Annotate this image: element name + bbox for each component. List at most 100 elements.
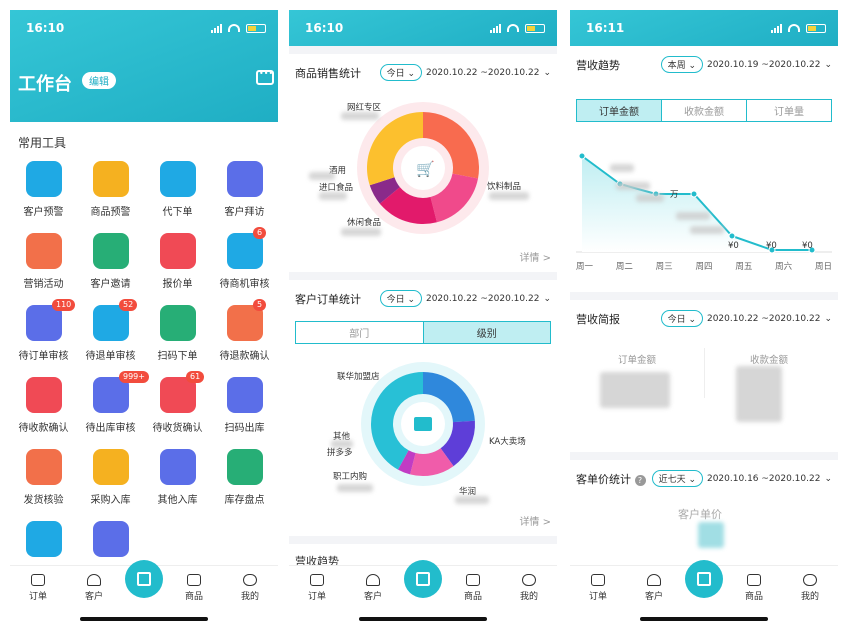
date-range[interactable]: 2020.10.22 ~2020.10.22: [426, 294, 539, 304]
tab-customers[interactable]: 客户: [69, 574, 119, 602]
workbench-center-button[interactable]: [685, 560, 723, 598]
day-label: 周六: [775, 262, 793, 272]
tool-item[interactable]: 报价单: [144, 231, 211, 295]
chevron-down-icon: ⌄: [824, 59, 832, 70]
sales-detail-link[interactable]: 详情 >: [519, 249, 551, 264]
tool-item[interactable]: 其他入库: [144, 447, 211, 511]
trend-point[interactable]: [690, 190, 698, 198]
tool-item[interactable]: 营销活动: [10, 231, 77, 295]
trend-point[interactable]: [728, 232, 736, 240]
grid-icon: [697, 572, 711, 586]
wifi-icon: [507, 24, 519, 32]
revenue-trend-title: 营收趋势: [576, 58, 620, 72]
edit-button[interactable]: 编辑: [82, 72, 116, 89]
tool-label: 采购入库: [90, 495, 131, 506]
status-bar: 16:10: [289, 10, 557, 46]
tool-label: 代下单: [162, 207, 193, 218]
workbench-center-button[interactable]: [404, 560, 442, 598]
tool-item[interactable]: 商品预警: [77, 159, 144, 223]
chevron-down-icon: ⌄: [824, 313, 832, 324]
period-filter[interactable]: 近七天 ⌄: [651, 470, 703, 487]
tool-icon: [226, 377, 263, 413]
tool-item[interactable]: 待退单审核 52: [77, 299, 144, 367]
tab-customers[interactable]: 客户: [629, 574, 679, 602]
day-label: 周日: [814, 262, 832, 272]
workbench-center-button[interactable]: [125, 560, 163, 598]
tab-collect-amount[interactable]: 收款金额: [661, 100, 746, 121]
zero-label-sat: ¥0: [766, 241, 777, 251]
order-amount-value: [600, 372, 670, 408]
status-bar: 16:10: [10, 10, 278, 46]
message-icon[interactable]: [256, 69, 274, 85]
tab-order-amount[interactable]: 订单金额: [577, 100, 661, 121]
help-icon[interactable]: ?: [634, 474, 646, 486]
tool-item[interactable]: 待出库审核 999+: [77, 371, 149, 439]
revenue-brief-card: 营收简报 今日 ⌄ 2020.10.22 ~2020.10.22 ⌄ 订单金额 收款…: [570, 300, 838, 452]
battery-icon: [246, 23, 266, 33]
home-indicator: [359, 617, 487, 621]
date-filter[interactable]: 今日 ⌄: [379, 290, 422, 307]
date-filter[interactable]: 今日 ⌄: [660, 310, 703, 327]
tab-goods[interactable]: 商品: [169, 574, 219, 602]
tool-icon: [226, 449, 263, 485]
customer-order-title: 客户订单统计: [295, 292, 361, 306]
chevron-down-icon: ⌄: [543, 293, 551, 304]
tab-orders[interactable]: 订单: [573, 574, 623, 602]
tab-goods[interactable]: 商品: [729, 574, 779, 602]
tool-item[interactable]: 待收货确认 61: [144, 371, 211, 439]
customer-detail-link[interactable]: 详情 >: [519, 513, 551, 528]
goods-icon: [466, 574, 480, 586]
count-badge: 52: [119, 299, 138, 311]
status-time: 16:10: [26, 21, 65, 35]
tool-item[interactable]: 待订单审核 110: [10, 299, 77, 367]
tool-item[interactable]: 待商机审核 6: [211, 227, 278, 295]
tool-icon: [92, 449, 129, 485]
date-filter[interactable]: 今日 ⌄: [379, 64, 422, 81]
tool-label: 待订单审核: [18, 351, 69, 362]
tool-icon: [159, 305, 196, 341]
tab-level[interactable]: 级别: [422, 322, 550, 343]
goods-icon: [747, 574, 761, 586]
tab-orders[interactable]: 订单: [13, 574, 63, 602]
tool-item[interactable]: 库存盘点: [211, 447, 278, 511]
customer-icon: [366, 574, 380, 586]
sales-title: 商品销售统计: [295, 66, 361, 80]
order-icon: [310, 574, 324, 586]
date-range[interactable]: 2020.10.22 ~2020.10.22: [426, 68, 539, 78]
sales-card: 商品销售统计 今日 ⌄ 2020.10.22 ~2020.10.22 ⌄ 🛒 网红专…: [289, 54, 557, 272]
tool-item[interactable]: 采购入库: [77, 447, 144, 511]
tab-orders[interactable]: 订单: [292, 574, 342, 602]
tab-mine[interactable]: 我的: [225, 574, 275, 602]
day-label: 周三: [655, 262, 673, 272]
tab-goods[interactable]: 商品: [448, 574, 498, 602]
tool-item[interactable]: 待收款确认: [10, 375, 77, 439]
tool-item[interactable]: 客户预警: [10, 159, 77, 223]
status-bar: 16:11: [570, 10, 838, 46]
day-label: 周四: [695, 262, 713, 272]
tool-item[interactable]: 扫码出库: [211, 375, 278, 439]
profile-icon: [803, 574, 817, 586]
tool-label: 客户拜访: [224, 207, 265, 218]
tool-item[interactable]: 客户邀请: [77, 231, 144, 295]
tool-item[interactable]: 发货核验: [10, 447, 77, 511]
tab-mine[interactable]: 我的: [504, 574, 554, 602]
zero-label-fri: ¥0: [728, 241, 739, 251]
goods-icon: [187, 574, 201, 586]
tool-item[interactable]: 客户拜访: [211, 159, 278, 223]
tool-icon: [159, 161, 196, 197]
tool-item[interactable]: 待退款确认 5: [211, 299, 278, 367]
tab-customers[interactable]: 客户: [348, 574, 398, 602]
tab-department[interactable]: 部门: [296, 322, 423, 343]
period-filter[interactable]: 本周 ⌄: [660, 56, 703, 73]
tab-order-count[interactable]: 订单量: [746, 100, 831, 121]
customer-order-card: 客户订单统计 今日 ⌄ 2020.10.22 ~2020.10.22 ⌄ 部门 级别…: [289, 280, 557, 536]
date-range[interactable]: 2020.10.22 ~2020.10.22: [707, 314, 820, 324]
date-range[interactable]: 2020.10.16 ~2020.10.22: [707, 474, 820, 484]
day-label: 周一: [576, 262, 594, 272]
order-amount-caption: 订单金额: [618, 355, 657, 366]
tool-item[interactable]: 扫码下单: [144, 303, 211, 367]
tab-mine[interactable]: 我的: [785, 574, 835, 602]
tool-item[interactable]: 代下单: [144, 159, 211, 223]
trend-point[interactable]: [578, 152, 586, 160]
date-range[interactable]: 2020.10.19 ~2020.10.22: [707, 60, 820, 70]
